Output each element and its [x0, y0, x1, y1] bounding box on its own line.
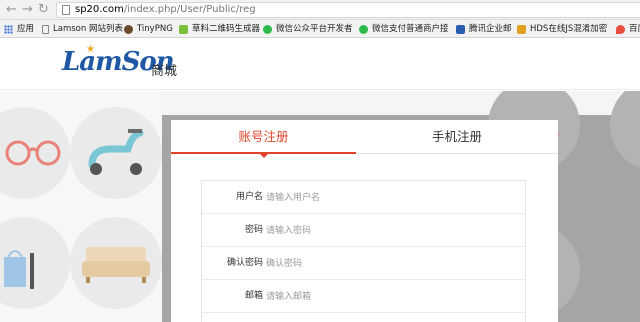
page-icon — [62, 5, 70, 15]
decorative-circle — [610, 91, 640, 171]
sofa-illustration — [70, 217, 162, 309]
tab-account-register[interactable]: 账号注册 — [171, 120, 356, 154]
bag-illustration — [0, 217, 70, 309]
password-input[interactable] — [266, 220, 506, 241]
bookmarks-bar: 应用 Lamson 网站列表 TinyPNG 草料二维码生成器 微信公众平台开发… — [0, 20, 640, 38]
site-header: LamSon ★ 商城 — [0, 38, 640, 90]
location-pin-icon — [616, 24, 625, 34]
email-label: 邮箱 — [244, 291, 263, 301]
address-bar[interactable]: sp20.com/index.php/User/Public/reg — [56, 2, 640, 18]
browser-toolbar: ← → ↻ sp20.com/index.php/User/Public/reg — [0, 0, 640, 20]
bookmark-hds[interactable]: HDS在线JS混淆加密 — [517, 22, 607, 36]
email-input[interactable] — [266, 286, 506, 307]
register-card: 账号注册 手机注册 用户名 密码 确认密码 邮箱 — [171, 120, 558, 322]
bookmark-label: TinyPNG — [137, 24, 173, 34]
password-row: 密码 — [202, 214, 525, 247]
confirm-password-row: 确认密码 — [202, 247, 525, 280]
site-logo-subtitle: 商城 — [151, 64, 178, 79]
register-form: 用户名 密码 确认密码 邮箱 — [201, 180, 526, 322]
password-label: 密码 — [244, 225, 263, 235]
username-input[interactable] — [266, 187, 506, 208]
reload-icon[interactable]: ↻ — [38, 2, 49, 18]
confirm-password-label: 确认密码 — [226, 258, 263, 268]
tab-phone-register[interactable]: 手机注册 — [356, 120, 558, 154]
url-path: /index.php/User/Public/reg — [123, 4, 256, 15]
email-row: 邮箱 — [202, 280, 525, 313]
bookmark-lamson-list[interactable]: Lamson 网站列表 — [42, 22, 123, 36]
bookmark-label: 微信公众平台开发者 — [276, 24, 353, 34]
wechat-icon — [263, 24, 272, 34]
url-host: sp20.com — [75, 4, 124, 15]
bookmark-label: 百度 — [629, 24, 640, 34]
bookmark-tencent-mail[interactable]: 腾讯企业邮 — [456, 22, 512, 36]
apps-grid-icon — [4, 24, 13, 34]
bookmark-wechat-pay[interactable]: 微信支付普通商户接 — [359, 22, 449, 36]
back-arrow-icon[interactable]: ← — [6, 2, 17, 18]
bookmark-tinypng[interactable]: TinyPNG — [124, 22, 173, 36]
mail-icon — [456, 24, 465, 34]
star-icon: ★ — [86, 44, 95, 55]
bookmark-apps[interactable]: 应用 — [4, 22, 34, 36]
bookmark-wechat-mp[interactable]: 微信公众平台开发者 — [263, 22, 353, 36]
bookmark-qrcode[interactable]: 草料二维码生成器 — [179, 22, 260, 36]
bookmark-label: 腾讯企业邮 — [469, 24, 512, 34]
glasses-illustration — [0, 107, 70, 199]
js-icon — [517, 24, 526, 34]
scooter-illustration — [70, 107, 162, 199]
username-row: 用户名 — [202, 181, 525, 214]
bookmark-label: Lamson 网站列表 — [53, 24, 123, 34]
forward-arrow-icon[interactable]: → — [22, 2, 33, 18]
bookmark-label: HDS在线JS混淆加密 — [530, 24, 608, 34]
bookmark-label: 微信支付普通商户接 — [372, 24, 449, 34]
username-label: 用户名 — [235, 192, 263, 202]
qrcode-icon — [179, 24, 188, 34]
bookmark-baidu[interactable]: 百度 — [616, 22, 640, 36]
page-icon — [42, 24, 49, 34]
wechat-icon — [359, 24, 368, 34]
active-tab-caret-icon — [259, 153, 269, 158]
bookmark-label: 草料二维码生成器 — [192, 24, 261, 34]
bookmark-label: 应用 — [17, 24, 35, 34]
panda-icon — [124, 24, 133, 34]
confirm-password-input[interactable] — [266, 253, 506, 274]
